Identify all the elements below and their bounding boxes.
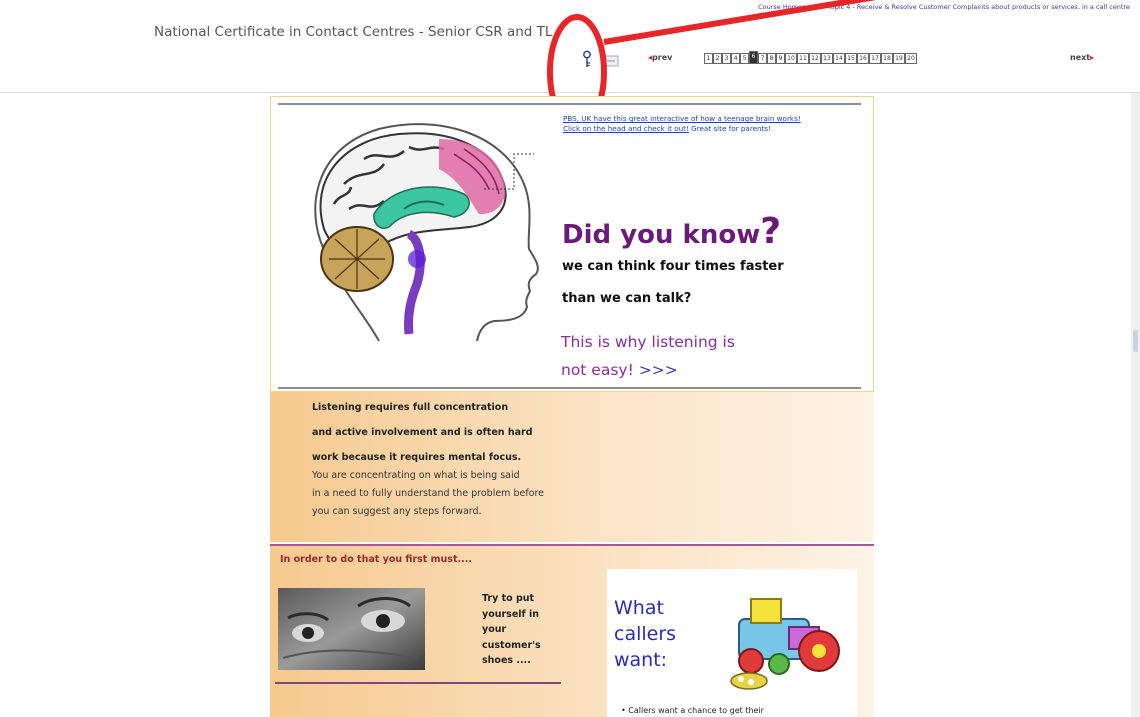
- did-you-know-text: Did you know: [562, 220, 761, 250]
- pbs-brain-link[interactable]: PBS, UK have this great interactive of h…: [563, 114, 813, 134]
- page-number-15[interactable]: 15: [845, 53, 857, 64]
- caller-bullet-1-text: Callers want a chance to get their: [628, 706, 764, 715]
- page-number-6[interactable]: 6: [749, 51, 758, 64]
- page-number-9[interactable]: 9: [776, 53, 785, 64]
- think-faster-line-1: we can think four times faster: [562, 259, 784, 274]
- next-label: next: [1070, 53, 1091, 62]
- page-number-20[interactable]: 20: [905, 53, 917, 64]
- page-number-10[interactable]: 10: [785, 53, 797, 64]
- caller-bullet-1: • Callers want a chance to get their: [621, 706, 764, 715]
- prev-label: prev: [652, 53, 673, 62]
- what-callers-want-heading: What callers want:: [614, 597, 677, 671]
- why-listening-line-2: not easy! >>>: [561, 361, 678, 379]
- divider: [275, 682, 561, 684]
- scrollbar-thumb[interactable]: [1133, 330, 1138, 352]
- course-title: National Certificate in Contact Centres …: [154, 24, 553, 40]
- question-mark: ?: [760, 211, 782, 252]
- page-number-1[interactable]: 1: [704, 53, 713, 64]
- listening-bold-line-1: Listening requires full concentration: [312, 402, 509, 413]
- divider: [278, 387, 861, 389]
- key-icon[interactable]: [580, 50, 594, 68]
- page-number-19[interactable]: 19: [893, 53, 905, 64]
- page-number-list: 1 2 3 4 5 6 7 8 9 10 11 12 13 14 15 16 17 18 19 20: [704, 51, 917, 64]
- why-listening-line-1: This is why listening is: [561, 333, 735, 351]
- why-listening-text: not easy!: [561, 361, 634, 379]
- page-number-11[interactable]: 11: [797, 53, 809, 64]
- page-number-8[interactable]: 8: [767, 53, 776, 64]
- breadcrumb[interactable]: Course Homepage > Topic 4 - Receive & Re…: [593, 2, 1130, 12]
- pbs-link-tail: Great site for parents!: [688, 124, 772, 133]
- page-number-13[interactable]: 13: [821, 53, 833, 64]
- page-number-12[interactable]: 12: [809, 53, 821, 64]
- page-number-16[interactable]: 16: [857, 53, 869, 64]
- page-number-3[interactable]: 3: [722, 53, 731, 64]
- listening-bold-line-3: work because it requires mental focus.: [312, 452, 522, 463]
- did-you-know-heading: Did you know?: [562, 211, 781, 252]
- minimize-icon[interactable]: [603, 55, 619, 67]
- in-order-heading: In order to do that you first must....: [280, 554, 472, 565]
- page-number-2[interactable]: 2: [713, 53, 722, 64]
- first-must-panel: In order to do that you first must.... T…: [270, 546, 874, 717]
- divider: [278, 103, 861, 105]
- page-number-5[interactable]: 5: [740, 53, 749, 64]
- next-link[interactable]: next▸: [1070, 53, 1094, 62]
- listening-bold-line-2: and active involvement and is often hard: [312, 427, 533, 438]
- listening-line-5: in a need to fully understand the proble…: [312, 488, 545, 499]
- forward-arrows-link[interactable]: >>>: [639, 361, 678, 379]
- did-you-know-panel: PBS, UK have this great interactive of h…: [270, 96, 874, 392]
- vertical-scrollbar[interactable]: [1131, 93, 1140, 717]
- what-callers-want-box: What callers want: • Callers want a chan…: [607, 569, 857, 717]
- listening-line-4: You are concentrating on what is being s…: [312, 470, 520, 481]
- listening-panel: Listening requires full concentration an…: [270, 392, 874, 542]
- page-number-7[interactable]: 7: [758, 53, 767, 64]
- think-faster-line-2: than we can talk?: [562, 291, 692, 306]
- listening-line-6: you can suggest any steps forward.: [312, 506, 482, 517]
- toy-train-icon: [730, 598, 840, 690]
- brain-illustration-icon[interactable]: [289, 109, 549, 341]
- page-number-14[interactable]: 14: [833, 53, 845, 64]
- prev-link[interactable]: ◂prev: [648, 53, 672, 62]
- page-number-4[interactable]: 4: [731, 53, 740, 64]
- eyes-photo: [278, 588, 425, 670]
- course-header: National Certificate in Contact Centres …: [0, 0, 1140, 93]
- page-number-17[interactable]: 17: [869, 53, 881, 64]
- customer-shoes-text: Try to put yourself in your customer's s…: [482, 593, 541, 666]
- next-arrow-icon: ▸: [1090, 53, 1095, 62]
- page-number-18[interactable]: 18: [881, 53, 893, 64]
- lesson-content: PBS, UK have this great interactive of h…: [270, 96, 874, 717]
